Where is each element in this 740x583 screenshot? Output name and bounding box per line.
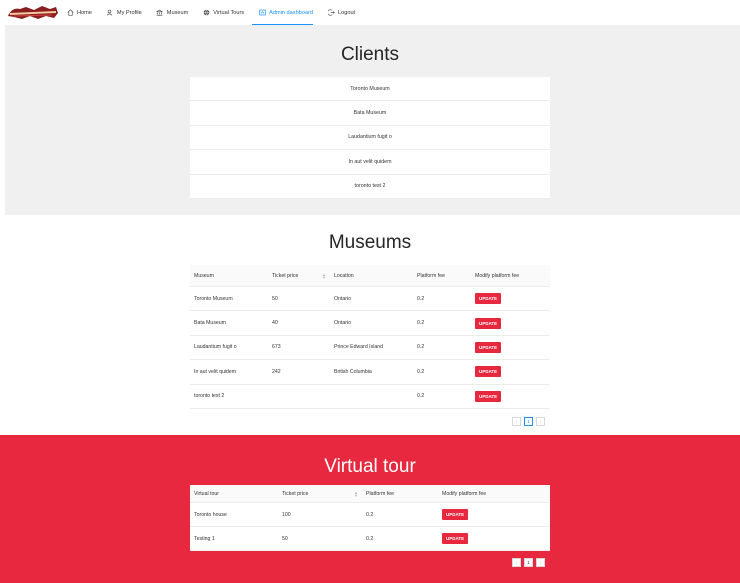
cell-action: UPDATE	[471, 341, 550, 353]
client-item[interactable]: Toronto Museum	[190, 77, 550, 102]
cell-platform-fee: 0.2	[366, 511, 374, 518]
cell-action: UPDATE	[471, 317, 550, 329]
nav-label-home: Home	[77, 9, 92, 16]
cell-action: UPDATE	[438, 533, 550, 544]
globe-icon	[202, 9, 210, 17]
cell-museum: In aut velit quidem	[194, 368, 237, 375]
pagination-next[interactable]: ›	[536, 558, 545, 567]
column-header-ticket-price[interactable]: Ticket price ▲ ▼	[268, 273, 330, 279]
nav-item-admin-dashboard[interactable]: Admin dashboard	[252, 0, 321, 25]
cell-museum: Bata Museum	[194, 320, 227, 327]
cell-action: UPDATE	[471, 366, 550, 378]
nav-label-museum: Museum	[166, 9, 189, 16]
dashboard-icon	[258, 9, 266, 17]
pagination-page[interactable]: 1	[524, 558, 533, 567]
table-row: Toronto Museum 50 Ontario 0.2 UPDATE	[190, 287, 550, 312]
update-button[interactable]: UPDATE	[475, 390, 502, 402]
virtual-tours-table: Virtual tour Ticket price ▲ ▼ Platform fe…	[190, 485, 550, 551]
client-item[interactable]: Laudantium fugit o	[190, 125, 550, 151]
nav-label-my-profile: My Profile	[116, 9, 142, 16]
update-button[interactable]: UPDATE	[475, 293, 502, 305]
cell-ticket-price: 50	[282, 535, 288, 542]
cell-ticket-price: 242	[272, 368, 281, 375]
table-row: Bata Museum 40 Ontario 0.2 UPDATE	[190, 311, 550, 336]
table-row: In aut velit quidem 242 British Columbia…	[190, 360, 550, 385]
cell-platform-fee: 0.2	[417, 320, 425, 327]
column-header-label: Ticket price	[272, 272, 299, 279]
virtual-tour-title: Virtual tour	[324, 456, 416, 477]
museums-pagination: ‹ 1 ›	[512, 417, 545, 426]
nav-label-admin-dashboard: Admin dashboard	[269, 9, 313, 16]
table-header: Virtual tour Ticket price ▲ ▼ Platform fe…	[190, 485, 550, 503]
update-button[interactable]: UPDATE	[475, 366, 502, 378]
sort-icon[interactable]: ▲ ▼	[354, 491, 358, 497]
update-button[interactable]: UPDATE	[442, 533, 469, 544]
cell-museum: Laudantium fugit o	[194, 344, 237, 351]
clients-list: Toronto Museum Bata Museum Laudantium fu…	[190, 77, 550, 199]
nav-label-logout: Logout	[338, 9, 356, 16]
nav-item-home[interactable]: Home	[66, 0, 100, 25]
cell-platform-fee: 0.2	[417, 393, 425, 400]
pagination-page[interactable]: 1	[524, 417, 533, 426]
nav-item-my-profile[interactable]: My Profile	[100, 0, 150, 25]
nav-item-museum[interactable]: Museum	[150, 0, 196, 25]
pagination-next[interactable]: ›	[536, 417, 545, 426]
cell-action: UPDATE	[438, 509, 550, 520]
table-header: Museum Ticket price ▲ ▼ Location Platform…	[190, 265, 550, 287]
column-header-ticket-price[interactable]: Ticket price ▲ ▼	[278, 491, 362, 497]
cell-museum: Toronto Museum	[194, 295, 233, 302]
logout-icon	[327, 9, 335, 17]
column-header-virtual-tour: Virtual tour	[194, 490, 219, 497]
table-row: Toronto house 100 0.2 UPDATE	[190, 503, 550, 527]
cell-ticket-price: 100	[282, 511, 291, 518]
update-button[interactable]: UPDATE	[442, 509, 469, 520]
cell-location: Ontario	[334, 295, 352, 302]
cell-ticket-price: 673	[272, 344, 281, 351]
client-item[interactable]: Bata Museum	[190, 101, 550, 126]
cell-virtual-tour: Toronto house	[194, 511, 227, 518]
column-header-label: Ticket price	[282, 490, 309, 497]
cell-location: British Columbia	[334, 368, 372, 375]
column-header-platform-fee: Platform fee	[366, 490, 394, 497]
cell-action: UPDATE	[471, 293, 550, 305]
cell-virtual-tour: Testing 1	[194, 535, 215, 542]
table-row: toronto test 2 0.2 UPDATE	[190, 384, 550, 409]
column-header-platform-fee: Platform fee	[417, 272, 445, 279]
cell-museum: toronto test 2	[194, 393, 225, 400]
table-row: Testing 1 50 0.2 UPDATE	[190, 527, 550, 551]
clients-title: Clients	[340, 44, 400, 65]
cell-location: Prince Edward Island	[334, 344, 384, 351]
cell-location: Ontario	[334, 320, 352, 327]
client-item[interactable]: toronto test 2	[190, 174, 550, 199]
cell-ticket-price: 50	[272, 295, 278, 302]
virtual-tours-pagination: ‹ 1 ›	[512, 558, 545, 567]
nav-item-virtual-tours[interactable]: Virtual Tours	[196, 0, 252, 25]
cell-platform-fee: 0.2	[417, 368, 425, 375]
user-icon	[106, 9, 114, 17]
site-logo[interactable]	[6, 4, 60, 21]
cell-action: UPDATE	[471, 390, 550, 402]
cell-ticket-price: 40	[272, 320, 278, 327]
pagination-prev[interactable]: ‹	[512, 417, 521, 426]
client-item[interactable]: In aut velit quidem	[190, 150, 550, 175]
cell-platform-fee: 0.2	[417, 295, 425, 302]
nav-label-virtual-tours: Virtual Tours	[213, 9, 245, 16]
cell-platform-fee: 0.2	[417, 344, 425, 351]
column-header-modify-fee: Modify platform fee	[475, 272, 520, 279]
cell-platform-fee: 0.2	[366, 535, 374, 542]
sort-icon[interactable]: ▲ ▼	[322, 273, 326, 279]
bank-icon	[156, 9, 164, 17]
table-row: Laudantium fugit o 673 Prince Edward Isl…	[190, 335, 550, 361]
update-button[interactable]: UPDATE	[475, 341, 502, 353]
home-icon	[66, 9, 74, 17]
column-header-modify-fee: Modify platform fee	[442, 490, 487, 497]
pagination-prev[interactable]: ‹	[512, 558, 521, 567]
museums-title: Museums	[328, 232, 412, 253]
update-button[interactable]: UPDATE	[475, 317, 502, 329]
top-navigation: Home My Profile Museum Virtual Tours Adm…	[0, 0, 740, 25]
column-header-location: Location	[334, 272, 354, 279]
museums-table: Museum Ticket price ▲ ▼ Location Platform…	[190, 265, 550, 409]
nav-item-logout[interactable]: Logout	[321, 0, 363, 25]
column-header-museum: Museum	[194, 272, 214, 279]
